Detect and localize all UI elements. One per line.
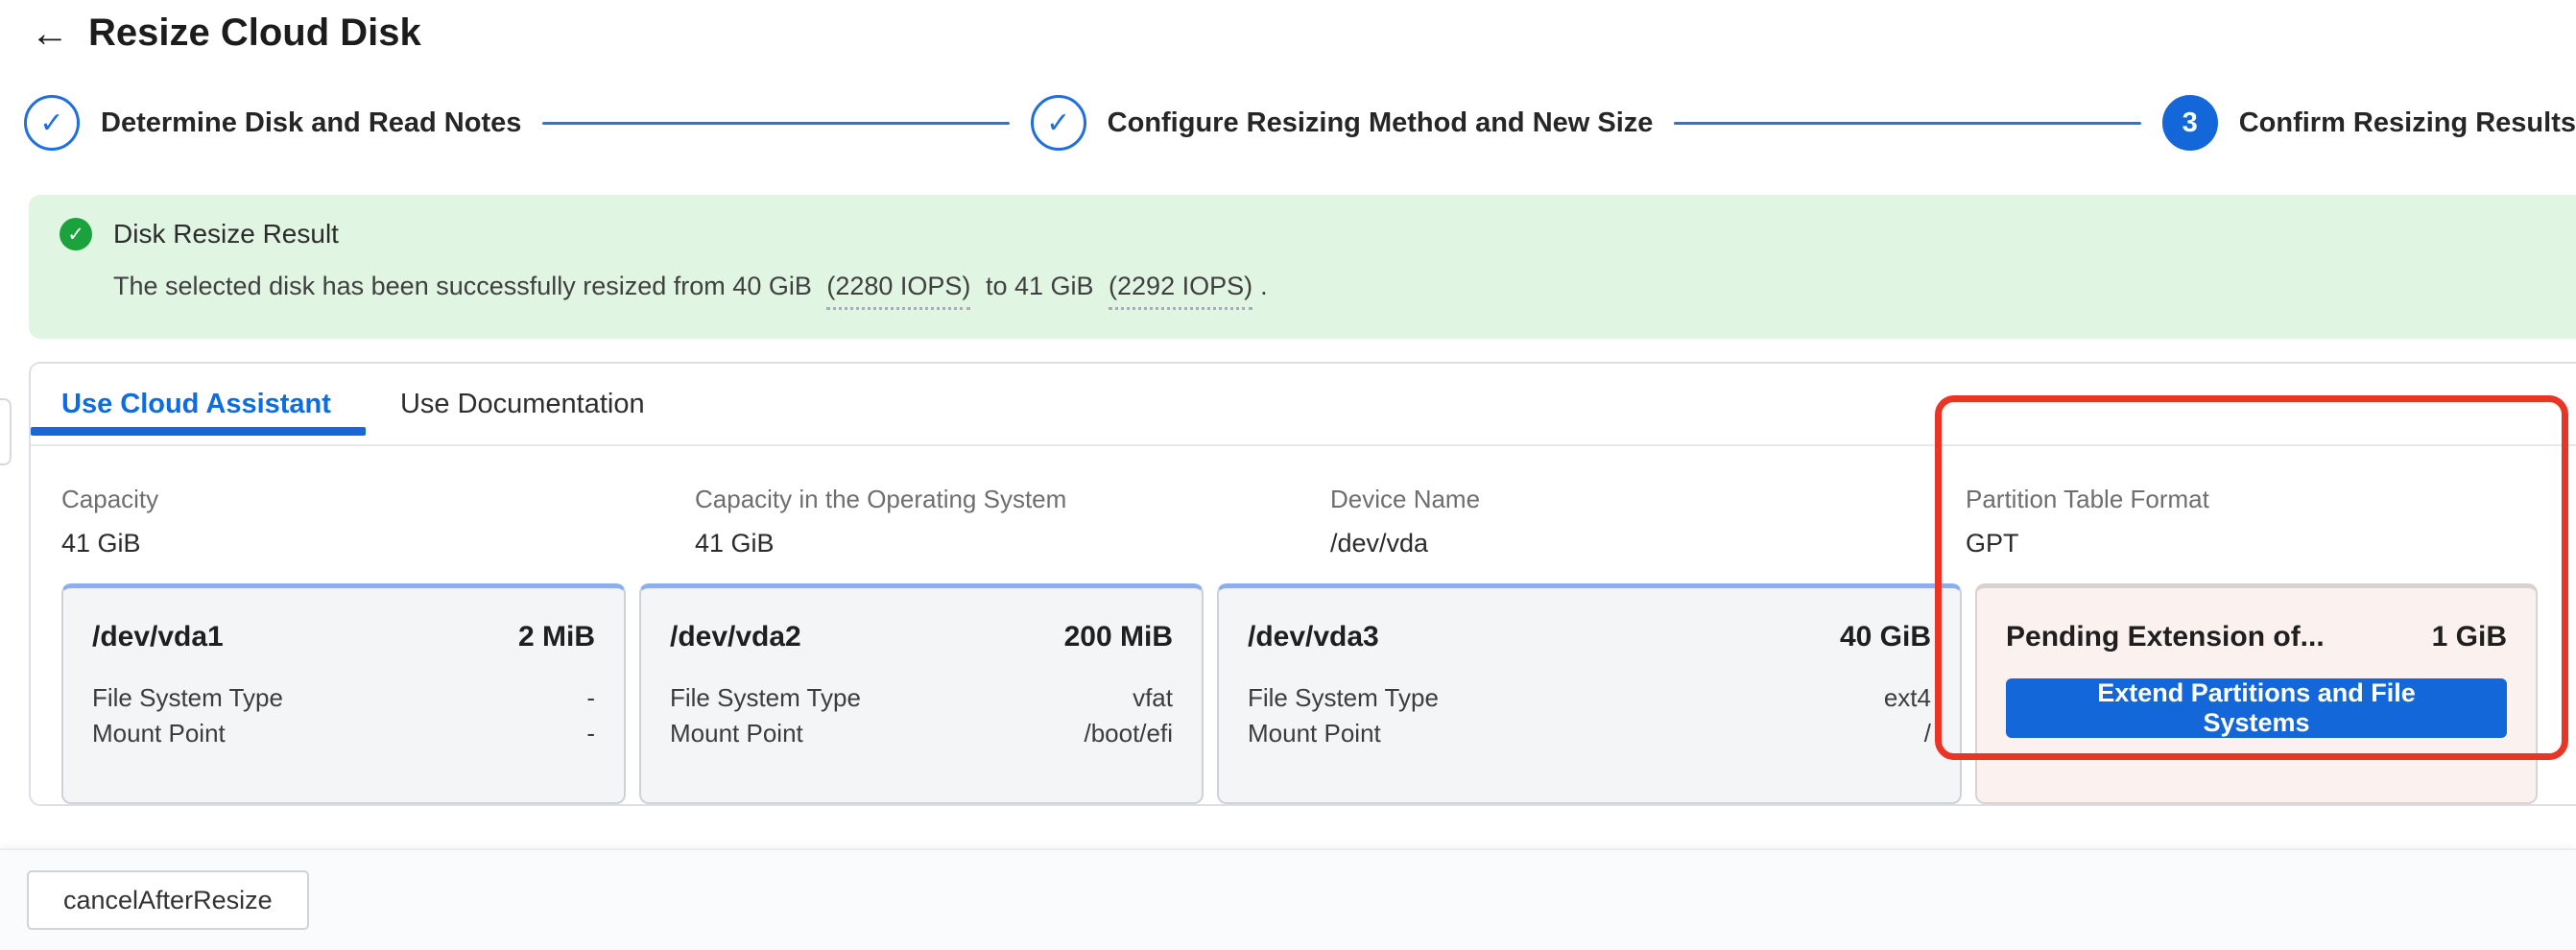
stepper-connector	[542, 121, 1010, 125]
mount-point-label: Mount Point	[670, 719, 803, 748]
tab-use-documentation-label: Use Documentation	[399, 388, 645, 419]
step-confirm-results: 3 Confirm Resizing Results	[2161, 95, 2576, 151]
step-determine-disk: ✓ Determine Disk and Read Notes	[24, 95, 521, 151]
page-title: Resize Cloud Disk	[88, 12, 421, 54]
pending-extension-card: Pending Extension of... 1 GiB Extend Par…	[1975, 583, 2538, 804]
partition-card-vda1: /dev/vda1 2 MiB File System Type - Mount…	[61, 583, 626, 804]
disk-info-fields: Capacity 41 GiB Capacity in the Operatin…	[31, 485, 2576, 558]
file-system-type-row: File System Type -	[92, 680, 595, 716]
tab-use-cloud-assistant[interactable]: Use Cloud Assistant	[31, 364, 366, 444]
step2-label: Configure Resizing Method and New Size	[1107, 107, 1654, 138]
alert-title-row: ✓ Disk Resize Result	[60, 218, 2576, 250]
field-capacity-label: Capacity	[61, 485, 159, 513]
footer-bar: cancelAfterResize	[0, 848, 2576, 950]
mount-point-row: Mount Point -	[92, 716, 595, 751]
partition-card-vda2: /dev/vda2 200 MiB File System Type vfat …	[639, 583, 1204, 804]
tab-use-cloud-assistant-label: Use Cloud Assistant	[61, 388, 331, 419]
field-capacity: Capacity 41 GiB	[61, 485, 695, 558]
success-alert: ✓ Disk Resize Result The selected disk h…	[29, 195, 2576, 339]
file-system-type-row: File System Type vfat	[670, 680, 1173, 716]
tab-use-documentation[interactable]: Use Documentation	[366, 364, 680, 444]
content-panel: Use Cloud Assistant Use Documentation Ca…	[29, 362, 2576, 806]
pending-extension-title: Pending Extension of...	[2006, 621, 2325, 653]
file-system-type-label: File System Type	[1248, 683, 1439, 712]
field-os-capacity-value: 41 GiB	[695, 529, 775, 558]
file-system-type-label: File System Type	[92, 683, 283, 712]
field-partition-table-format: Partition Table Format GPT	[1966, 485, 2545, 558]
mount-point-label: Mount Point	[1248, 719, 1381, 748]
step-configure-resizing: ✓ Configure Resizing Method and New Size	[1030, 95, 1654, 151]
field-device-name: Device Name /dev/vda	[1330, 485, 1966, 558]
pending-extension-size: 1 GiB	[2431, 621, 2507, 653]
cancel-after-resize-button[interactable]: cancelAfterResize	[27, 870, 309, 930]
iops-before-tooltip[interactable]: (2280 IOPS)	[826, 272, 971, 310]
mount-point-value: -	[586, 719, 595, 748]
partition-size: 2 MiB	[517, 621, 595, 653]
alert-message-prefix: The selected disk has been successfully …	[113, 272, 812, 300]
field-partition-table-format-value: GPT	[1966, 529, 2019, 558]
field-capacity-value: 41 GiB	[61, 529, 141, 558]
field-os-capacity: Capacity in the Operating System 41 GiB	[695, 485, 1330, 558]
file-system-type-label: File System Type	[670, 683, 861, 712]
partition-card-vda3: /dev/vda3 40 GiB File System Type ext4 M…	[1217, 583, 1962, 804]
mount-point-value: /	[1923, 719, 1931, 748]
partition-cards: /dev/vda1 2 MiB File System Type - Mount…	[61, 583, 2545, 804]
file-system-type-value: -	[586, 683, 595, 712]
partition-size: 200 MiB	[1063, 621, 1173, 653]
file-system-type-row: File System Type ext4	[1248, 680, 1931, 716]
field-os-capacity-label: Capacity in the Operating System	[695, 485, 1067, 513]
mount-point-row: Mount Point /boot/efi	[670, 716, 1173, 751]
field-partition-table-format-label: Partition Table Format	[1966, 485, 2209, 513]
extend-partitions-button[interactable]: Extend Partitions and File Systems	[2006, 678, 2507, 738]
partition-size: 40 GiB	[1839, 621, 1931, 653]
tab-bar: Use Cloud Assistant Use Documentation	[31, 364, 2576, 446]
alert-message: The selected disk has been successfully …	[113, 272, 2576, 310]
alert-message-middle: to 41 GiB	[985, 272, 1094, 300]
drawer-handle[interactable]	[0, 398, 12, 465]
success-check-icon: ✓	[60, 218, 92, 250]
field-device-name-label: Device Name	[1330, 485, 1481, 513]
step1-label: Determine Disk and Read Notes	[101, 107, 522, 138]
field-device-name-value: /dev/vda	[1330, 529, 1429, 558]
mount-point-label: Mount Point	[92, 719, 226, 748]
wizard-stepper: ✓ Determine Disk and Read Notes ✓ Config…	[0, 95, 2576, 151]
partition-name: /dev/vda3	[1248, 621, 1379, 653]
step3-label: Confirm Resizing Results	[2238, 107, 2576, 138]
file-system-type-value: ext4	[1883, 683, 1931, 712]
alert-message-suffix: .	[1260, 272, 1268, 300]
page-header: ← Resize Cloud Disk	[0, 0, 2576, 55]
mount-point-value: /boot/efi	[1084, 719, 1173, 748]
alert-title: Disk Resize Result	[113, 219, 339, 249]
mount-point-row: Mount Point /	[1248, 716, 1931, 751]
partition-name: /dev/vda1	[92, 621, 224, 653]
resize-cloud-disk-page: ← Resize Cloud Disk ✓ Determine Disk and…	[0, 0, 2576, 950]
step3-number-badge: 3	[2161, 95, 2218, 151]
file-system-type-value: vfat	[1133, 683, 1173, 712]
back-arrow-icon[interactable]: ←	[31, 14, 69, 53]
iops-after-tooltip[interactable]: (2292 IOPS)	[1109, 272, 1253, 310]
active-tab-underline	[31, 427, 366, 436]
stepper-connector	[1674, 121, 2141, 125]
partition-name: /dev/vda2	[670, 621, 801, 653]
step2-check-icon: ✓	[1030, 95, 1086, 151]
step1-check-icon: ✓	[24, 95, 80, 151]
